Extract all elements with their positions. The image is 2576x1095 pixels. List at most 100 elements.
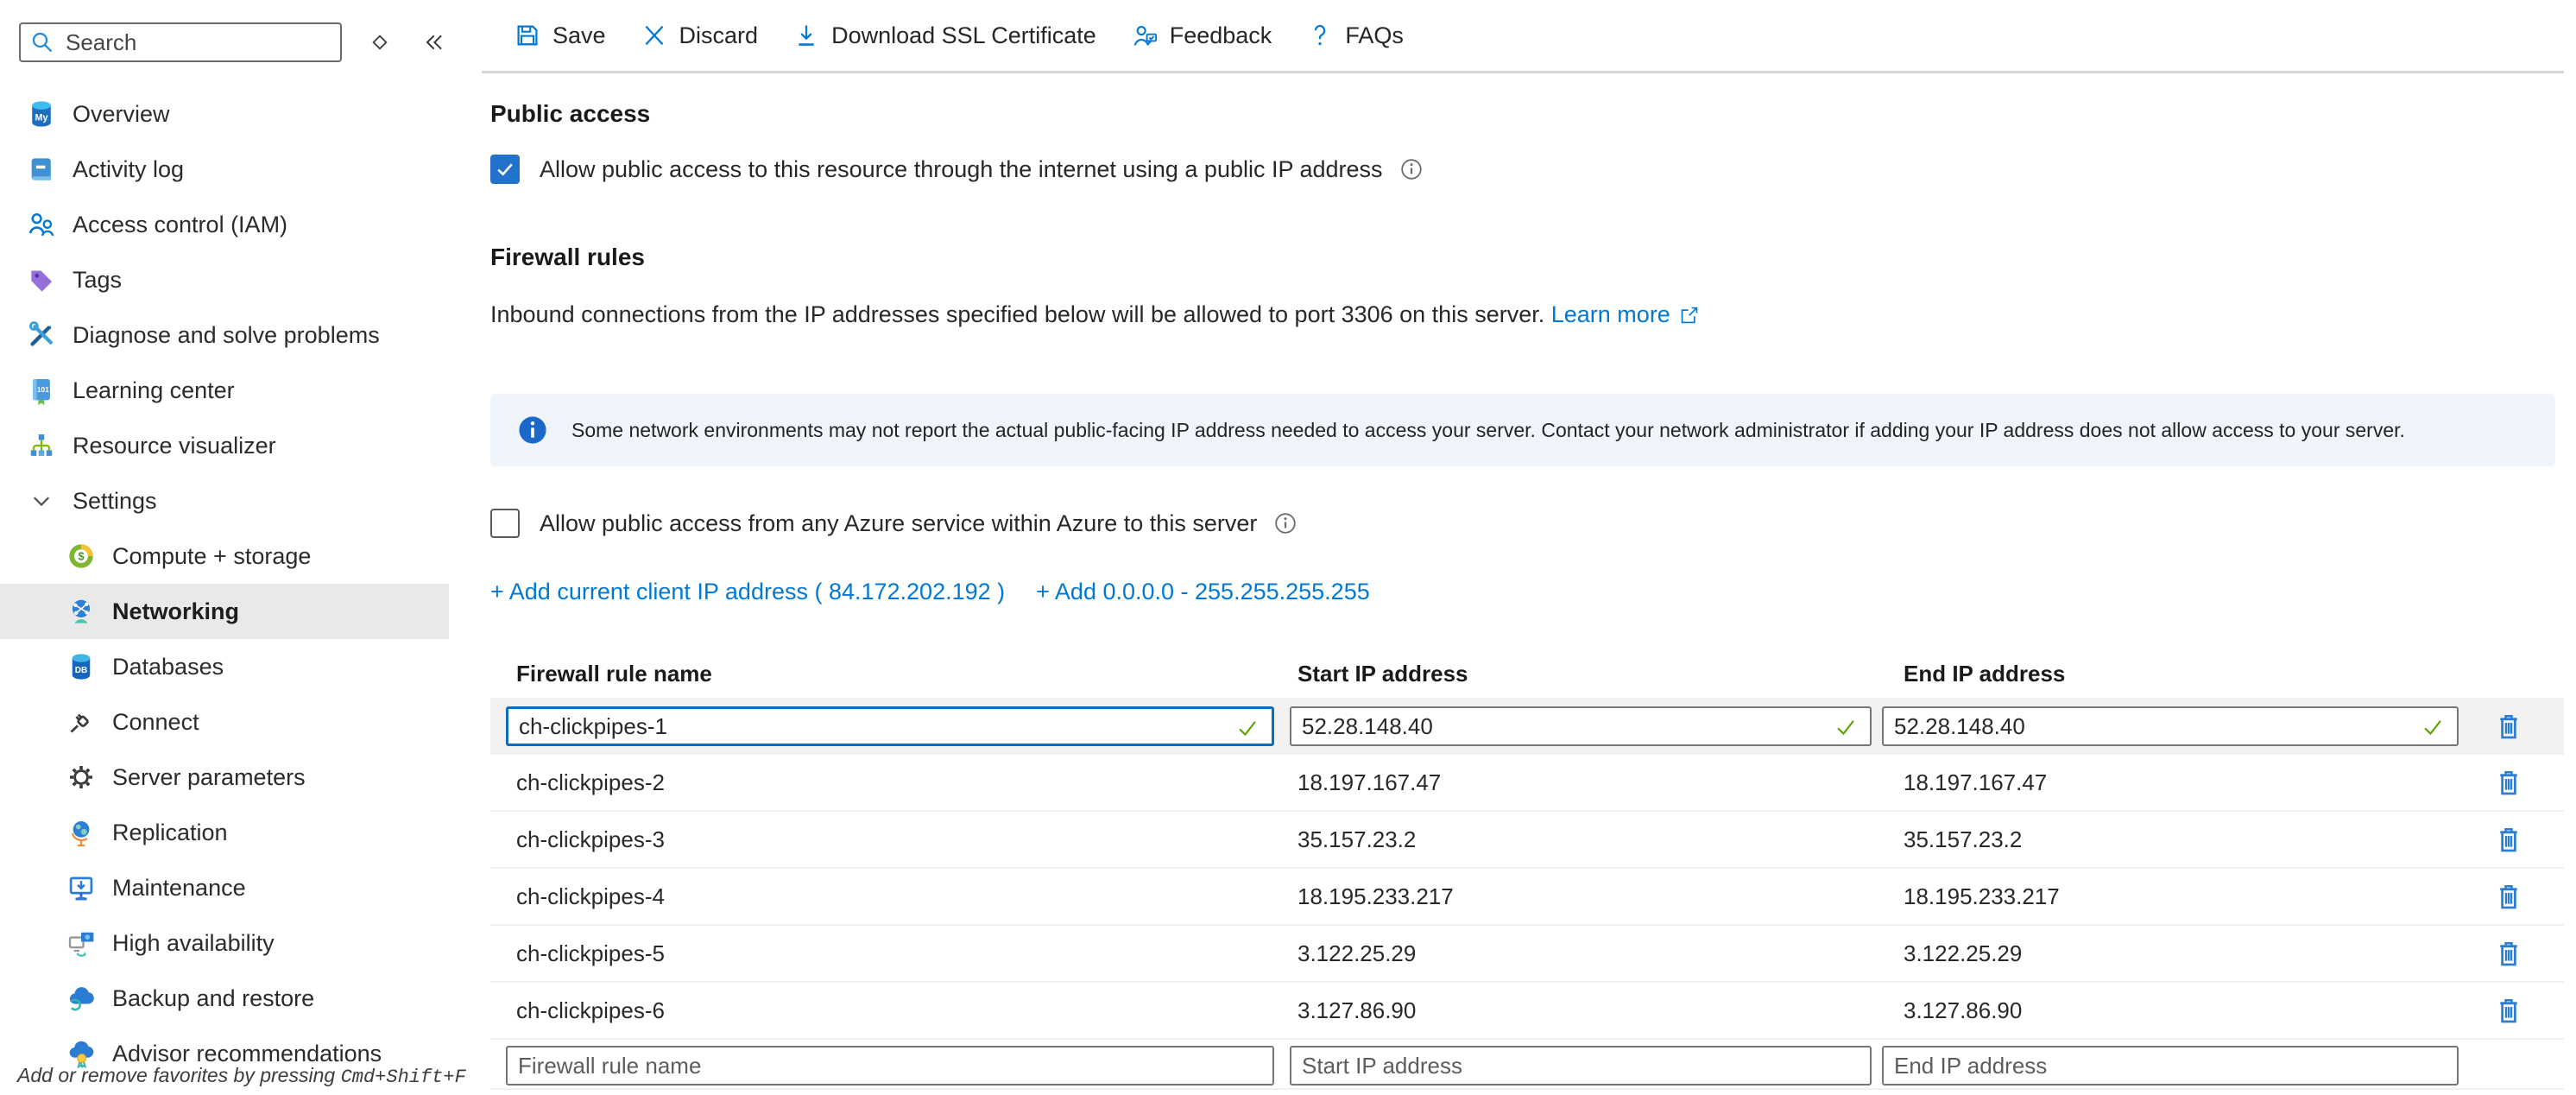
sidebar-menu: My Overview Activity log Access control … bbox=[0, 86, 449, 1081]
sidebar-item-label: Networking bbox=[112, 598, 239, 625]
new-end-ip-input[interactable] bbox=[1884, 1053, 2457, 1079]
start-ip-input[interactable] bbox=[1291, 713, 1870, 740]
maintenance-monitor-icon bbox=[66, 872, 97, 903]
firewall-rule-row: ch-clickpipes-6 3.127.86.90 3.127.86.90 bbox=[490, 983, 2564, 1040]
column-header-start-ip: Start IP address bbox=[1274, 661, 1872, 687]
sidebar-item-label: Access control (IAM) bbox=[73, 212, 287, 238]
sidebar-item-label: High availability bbox=[112, 930, 275, 957]
download-icon bbox=[792, 22, 820, 49]
manage-view-icon[interactable] bbox=[368, 30, 392, 54]
discard-label: Discard bbox=[679, 22, 759, 49]
info-icon[interactable] bbox=[1272, 510, 1298, 536]
sidebar-item-compute-storage[interactable]: $ Compute + storage bbox=[0, 529, 449, 584]
networking-globe-icon bbox=[66, 596, 97, 627]
public-access-checkbox[interactable] bbox=[490, 155, 520, 184]
sidebar-item-label: Tags bbox=[73, 267, 122, 294]
public-access-checkbox-label: Allow public access to this resource thr… bbox=[540, 156, 1383, 183]
delete-rule-button[interactable] bbox=[2490, 705, 2528, 748]
tag-icon bbox=[26, 264, 57, 295]
end-ip-input[interactable] bbox=[1884, 713, 2457, 740]
end-ip-cell: 18.195.233.217 bbox=[1872, 883, 2469, 910]
sidebar-item-label: Connect bbox=[112, 709, 199, 736]
new-rule-name-input[interactable] bbox=[508, 1053, 1272, 1079]
download-ssl-label: Download SSL Certificate bbox=[831, 22, 1096, 49]
delete-rule-button[interactable] bbox=[2490, 989, 2528, 1032]
faqs-label: FAQs bbox=[1345, 22, 1404, 49]
end-ip-cell: 3.122.25.29 bbox=[1872, 940, 2469, 967]
sidebar-item-replication[interactable]: Replication bbox=[0, 805, 449, 860]
rule-name-cell: ch-clickpipes-3 bbox=[490, 826, 1274, 853]
add-all-ips-link[interactable]: + Add 0.0.0.0 - 255.255.255.255 bbox=[1036, 579, 1370, 605]
sidebar-item-resource-visualizer[interactable]: Resource visualizer bbox=[0, 418, 449, 473]
delete-rule-button[interactable] bbox=[2490, 875, 2528, 918]
rule-name-cell: ch-clickpipes-6 bbox=[490, 997, 1274, 1024]
learn-more-link[interactable]: Learn more bbox=[1551, 301, 1670, 328]
search-box[interactable] bbox=[19, 22, 342, 62]
sidebar-item-networking[interactable]: Networking bbox=[0, 584, 449, 639]
azure-services-checkbox[interactable] bbox=[490, 509, 520, 538]
rule-name-cell: ch-clickpipes-5 bbox=[490, 940, 1274, 967]
sidebar-item-overview[interactable]: My Overview bbox=[0, 86, 449, 142]
sidebar-item-high-availability[interactable]: High availability bbox=[0, 915, 449, 971]
main-content: Save Discard Download SSL Certificate Fe… bbox=[482, 0, 2576, 1095]
firewall-description: Inbound connections from the IP addresse… bbox=[490, 301, 1701, 328]
sidebar-item-label: Advisor recommendations bbox=[112, 1041, 382, 1067]
delete-rule-button[interactable] bbox=[2490, 761, 2528, 804]
save-icon bbox=[514, 22, 541, 49]
sidebar-item-label: Replication bbox=[112, 820, 228, 846]
sidebar-item-connect[interactable]: Connect bbox=[0, 694, 449, 750]
public-access-heading: Public access bbox=[490, 100, 650, 128]
sidebar-item-databases[interactable]: DB Databases bbox=[0, 639, 449, 694]
start-ip-cell: 3.127.86.90 bbox=[1274, 997, 1872, 1024]
svg-text:$: $ bbox=[78, 551, 84, 563]
firewall-rule-row: ch-clickpipes-2 18.197.167.47 18.197.167… bbox=[490, 755, 2564, 812]
discard-button[interactable]: Discard bbox=[641, 22, 759, 49]
favorites-hint-shortcut: Cmd+Shift+F bbox=[341, 1067, 466, 1088]
info-icon[interactable] bbox=[1398, 156, 1424, 182]
rule-name-input[interactable] bbox=[508, 713, 1272, 740]
sidebar-item-backup-restore[interactable]: Backup and restore bbox=[0, 971, 449, 1026]
sidebar-group-settings[interactable]: Settings bbox=[0, 473, 449, 529]
azure-services-checkbox-row: Allow public access from any Azure servi… bbox=[490, 509, 1298, 538]
end-ip-cell: 3.127.86.90 bbox=[1872, 997, 2469, 1024]
rule-name-cell: ch-clickpipes-4 bbox=[490, 883, 1274, 910]
valid-check-icon bbox=[1834, 715, 1858, 739]
high-availability-icon bbox=[66, 927, 97, 959]
gear-icon bbox=[66, 762, 97, 793]
replication-globe-icon bbox=[66, 817, 97, 848]
column-header-end-ip: End IP address bbox=[1872, 661, 2469, 687]
sidebar-item-diagnose[interactable]: Diagnose and solve problems bbox=[0, 307, 449, 363]
column-header-rule-name: Firewall rule name bbox=[490, 661, 1274, 687]
sidebar-item-tags[interactable]: Tags bbox=[0, 252, 449, 307]
sidebar-item-label: Databases bbox=[112, 654, 224, 680]
firewall-rules-table: Firewall rule name Start IP address End … bbox=[490, 649, 2564, 1090]
start-ip-cell: 35.157.23.2 bbox=[1274, 826, 1872, 853]
question-icon bbox=[1306, 22, 1334, 49]
sidebar-item-activity-log[interactable]: Activity log bbox=[0, 142, 449, 197]
feedback-button[interactable]: Feedback bbox=[1131, 22, 1272, 49]
sidebar-item-learning-center[interactable]: 101 Learning center bbox=[0, 363, 449, 418]
collapse-sidebar-icon[interactable] bbox=[421, 30, 445, 54]
sidebar-item-access-control[interactable]: Access control (IAM) bbox=[0, 197, 449, 252]
save-button[interactable]: Save bbox=[514, 22, 606, 49]
faqs-button[interactable]: FAQs bbox=[1306, 22, 1404, 49]
svg-text:101: 101 bbox=[37, 386, 49, 394]
sidebar-group-label: Settings bbox=[73, 488, 157, 515]
valid-check-icon bbox=[1235, 716, 1260, 740]
firewall-rule-editing-row bbox=[490, 698, 2564, 755]
public-access-checkbox-row: Allow public access to this resource thr… bbox=[490, 155, 1424, 184]
firewall-rules-heading: Firewall rules bbox=[490, 244, 645, 271]
sidebar-item-maintenance[interactable]: Maintenance bbox=[0, 860, 449, 915]
firewall-description-text: Inbound connections from the IP addresse… bbox=[490, 301, 1544, 328]
new-start-ip-input[interactable] bbox=[1291, 1053, 1870, 1079]
delete-rule-button[interactable] bbox=[2490, 818, 2528, 861]
search-input[interactable] bbox=[64, 28, 331, 57]
sidebar-item-label: Server parameters bbox=[112, 764, 306, 791]
sidebar-item-server-parameters[interactable]: Server parameters bbox=[0, 750, 449, 805]
database-icon: DB bbox=[66, 651, 97, 682]
download-ssl-certificate-button[interactable]: Download SSL Certificate bbox=[792, 22, 1096, 49]
save-label: Save bbox=[552, 22, 606, 49]
delete-rule-button[interactable] bbox=[2490, 932, 2528, 975]
add-current-client-ip-link[interactable]: + Add current client IP address ( 84.172… bbox=[490, 579, 1005, 605]
info-banner: Some network environments may not report… bbox=[490, 394, 2555, 466]
